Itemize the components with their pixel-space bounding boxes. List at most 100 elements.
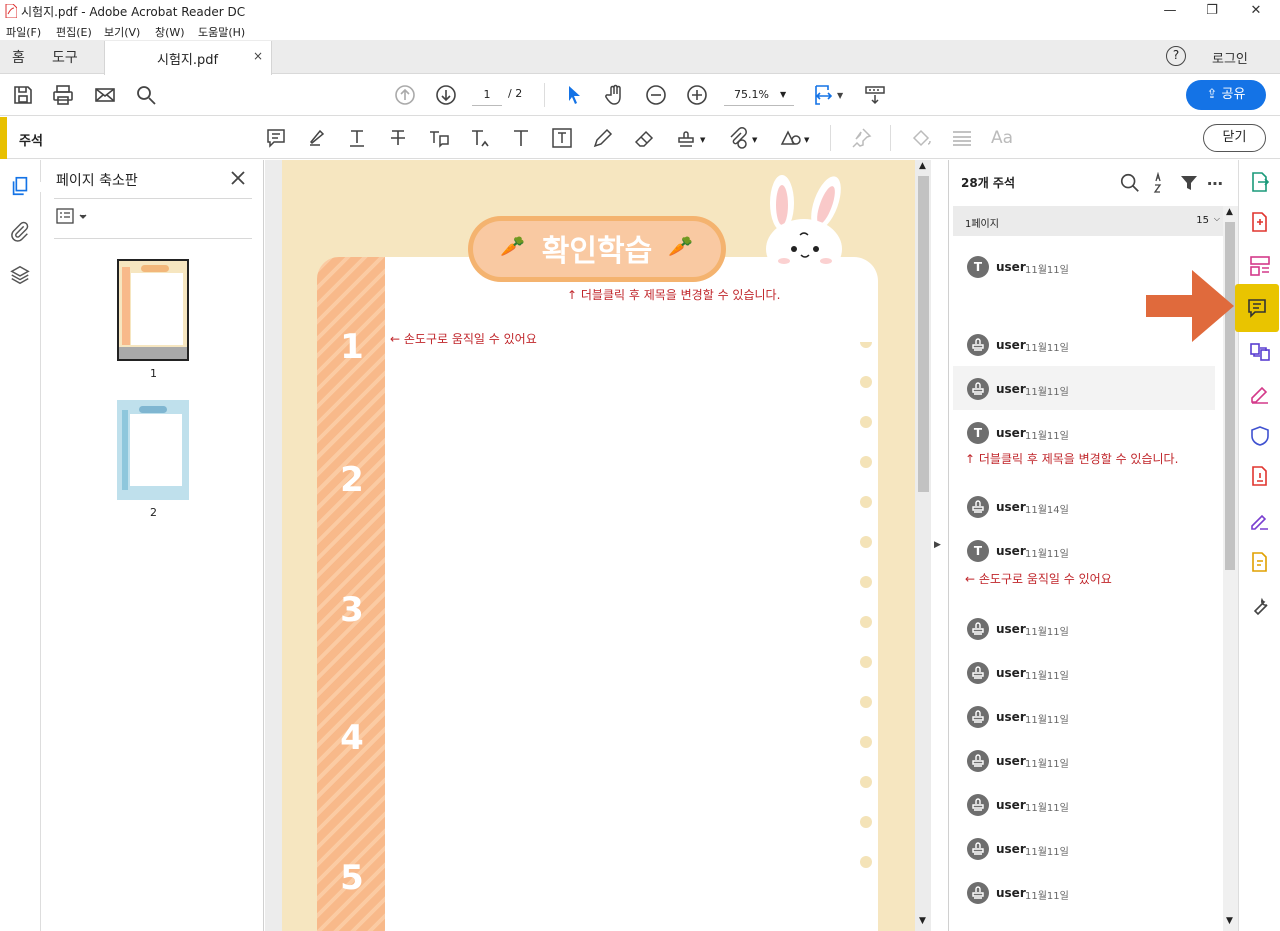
more-options-icon[interactable]: ⋯	[1207, 174, 1224, 193]
scroll-down-icon[interactable]: ▼	[919, 916, 926, 926]
page-thumbnail-1[interactable]	[117, 259, 189, 361]
scroll-mode-icon[interactable]	[863, 83, 887, 107]
fill-sign-icon[interactable]	[1248, 382, 1272, 406]
comment-author: user	[996, 382, 1026, 396]
scroll-down-icon[interactable]: ▼	[1226, 916, 1233, 926]
menu-view[interactable]: 보기(V)	[104, 24, 140, 40]
login-button[interactable]: 로그인	[1212, 48, 1248, 67]
more-tools-wrench-icon[interactable]	[1248, 594, 1272, 618]
save-icon[interactable]	[11, 83, 35, 107]
send-comments-icon[interactable]	[1248, 550, 1272, 574]
comment-tool-selected[interactable]	[1235, 284, 1279, 332]
restore-button[interactable]: ❐	[1192, 1, 1232, 21]
comment-item[interactable]: Tuser 11월11일	[953, 528, 1215, 572]
hand-tool-icon[interactable]	[603, 83, 627, 107]
comment-item[interactable]: user 11월14일	[953, 484, 1215, 528]
menu-edit[interactable]: 편집(E)	[56, 24, 92, 40]
comment-item[interactable]: user 11월11일	[953, 870, 1215, 914]
hint-title-note[interactable]: ↑ 더블클릭 후 제목을 변경할 수 있습니다.	[567, 286, 780, 303]
document-scrollbar[interactable]: ▲ ▼	[916, 160, 931, 931]
tab-tools[interactable]: 도구	[52, 47, 78, 67]
request-signature-icon[interactable]	[1248, 508, 1272, 532]
menu-file[interactable]: 파일(F)	[6, 24, 41, 40]
scroll-up-icon[interactable]: ▲	[1226, 207, 1233, 217]
comments-section-page1[interactable]: 1페이지 15 ⌵	[953, 206, 1223, 236]
highlight-icon[interactable]	[305, 126, 329, 150]
stamp-icon[interactable]	[674, 126, 698, 150]
menu-window[interactable]: 창(W)	[155, 24, 185, 40]
export-pdf-icon[interactable]	[1248, 170, 1272, 194]
create-pdf-icon[interactable]	[1248, 210, 1272, 234]
strikethrough-icon[interactable]	[386, 126, 410, 150]
organize-pages-icon[interactable]	[1248, 254, 1272, 278]
tab-close-icon[interactable]: ×	[253, 49, 263, 63]
replace-text-icon[interactable]	[427, 126, 451, 150]
collapse-right-icon[interactable]: ▶	[934, 540, 941, 550]
attachments-icon[interactable]	[9, 220, 31, 242]
help-icon[interactable]: ?	[1166, 46, 1186, 66]
comment-item[interactable]: user 11월11일	[953, 650, 1215, 694]
close-icon[interactable]	[228, 168, 248, 188]
comment-item[interactable]: user 11월11일	[953, 826, 1215, 870]
search-icon[interactable]	[134, 83, 158, 107]
select-cursor-icon[interactable]	[562, 83, 586, 107]
fit-page-icon[interactable]	[812, 83, 836, 107]
comment-divider	[830, 125, 831, 151]
next-page-icon[interactable]	[434, 83, 458, 107]
compress-pdf-icon[interactable]	[1248, 464, 1272, 488]
search-icon[interactable]	[1119, 172, 1141, 194]
page-thumbnail-2[interactable]	[117, 400, 189, 500]
close-window-button[interactable]: ✕	[1236, 1, 1276, 21]
sticky-note-icon[interactable]	[264, 126, 288, 150]
stamp-dropdown-icon[interactable]: ▼	[700, 136, 705, 144]
sort-az-icon[interactable]	[1151, 171, 1171, 194]
pencil-icon[interactable]	[591, 126, 615, 150]
prev-page-icon[interactable]	[393, 83, 417, 107]
tab-document[interactable]: 시험지.pdf ×	[104, 41, 272, 75]
print-icon[interactable]	[51, 83, 75, 107]
fit-dropdown-icon[interactable]: ▼	[837, 91, 843, 100]
fill-color-icon[interactable]	[910, 126, 934, 150]
eraser-icon[interactable]	[632, 126, 656, 150]
chevron-down-icon[interactable]: ⌵	[1214, 214, 1220, 224]
comment-item[interactable]: user 11월11일	[953, 738, 1215, 782]
email-icon[interactable]	[93, 83, 117, 107]
zoom-in-icon[interactable]	[685, 83, 709, 107]
stamp-comment-avatar-icon	[967, 794, 989, 816]
protect-shield-icon[interactable]	[1248, 424, 1272, 448]
filter-icon[interactable]	[1179, 172, 1199, 194]
text-properties-icon[interactable]: Aa	[991, 128, 1013, 148]
close-comment-button[interactable]: 닫기	[1203, 124, 1266, 152]
underline-text-icon[interactable]	[345, 126, 369, 150]
add-text-icon[interactable]	[509, 126, 533, 150]
attach-dropdown-icon[interactable]: ▼	[752, 136, 757, 144]
text-comment-avatar-icon: T	[967, 422, 989, 444]
shapes-icon[interactable]	[778, 126, 802, 150]
attach-file-icon[interactable]	[726, 126, 750, 150]
minimize-button[interactable]: —	[1150, 1, 1190, 21]
comment-item[interactable]: user 11월11일	[953, 782, 1215, 826]
comment-item[interactable]: user 11월11일	[953, 694, 1215, 738]
combine-files-icon[interactable]	[1248, 340, 1272, 364]
text-box-icon[interactable]	[550, 126, 574, 150]
page-number-input[interactable]: 1	[472, 84, 502, 106]
hint-move-note[interactable]: ← 손도구로 움직일 수 있어요	[390, 330, 537, 347]
zoom-out-icon[interactable]	[644, 83, 668, 107]
thumbnail-options-icon[interactable]	[56, 208, 90, 226]
shapes-dropdown-icon[interactable]: ▼	[804, 136, 809, 144]
share-button[interactable]: ⇪ 공유	[1186, 80, 1266, 110]
pin-icon[interactable]	[849, 126, 873, 150]
insert-text-icon[interactable]	[468, 126, 492, 150]
scroll-up-icon[interactable]: ▲	[919, 161, 926, 171]
comment-item[interactable]: Tuser 11월11일	[953, 410, 1215, 454]
layers-icon[interactable]	[9, 264, 31, 286]
line-style-icon[interactable]	[950, 126, 974, 150]
menu-help[interactable]: 도움말(H)	[198, 24, 245, 40]
scroll-thumb[interactable]	[918, 176, 929, 492]
comment-icon	[1248, 299, 1266, 318]
page-thumbnails-icon[interactable]	[9, 175, 31, 197]
tab-home[interactable]: 홈	[12, 47, 25, 67]
comment-item[interactable]: user 11월11일	[953, 606, 1215, 650]
comment-item[interactable]: user 11월11일	[953, 366, 1215, 410]
zoom-select[interactable]: 75.1% ▼	[724, 84, 794, 106]
